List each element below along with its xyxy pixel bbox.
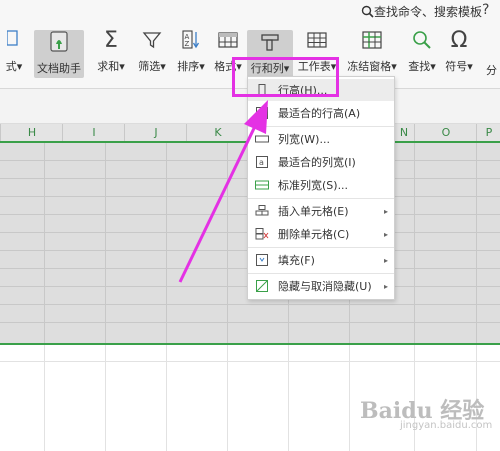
- doc-assistant-icon: [50, 31, 68, 52]
- dropdown-arrow: ▾: [199, 60, 205, 73]
- submenu-arrow: ▸: [383, 206, 388, 216]
- freeze-panes-label: 冻结窗格: [347, 60, 392, 73]
- dropdown-arrow: ▾: [391, 60, 397, 73]
- doc-assistant-button[interactable]: 文档助手: [34, 30, 84, 78]
- search-icon: [361, 5, 374, 18]
- sigma-icon: Σ: [104, 27, 118, 53]
- menu-item-label: 最适合的列宽(I): [278, 156, 356, 169]
- dropdown-arrow: ▾: [16, 60, 23, 73]
- dropdown-arrow: ▾: [467, 60, 473, 73]
- sort-az-icon: AZ: [182, 30, 200, 49]
- command-search-text: 查找命令、搜索模板: [374, 4, 483, 19]
- column-header[interactable]: O: [414, 124, 477, 141]
- menu-item-label: 填充(F): [278, 254, 315, 267]
- cell-style-button[interactable]: 式▾: [0, 28, 28, 78]
- worksheet-icon: [307, 32, 327, 48]
- dropdown-arrow: ▾: [430, 60, 436, 73]
- svg-text:Z: Z: [185, 40, 190, 48]
- more-tools-label[interactable]: 分: [486, 62, 497, 78]
- symbol-button[interactable]: Ω 符号▾: [441, 28, 477, 78]
- annotation-arrow-icon: [178, 100, 268, 283]
- find-label: 查找: [408, 60, 431, 73]
- filter-button[interactable]: 筛选▾: [133, 28, 171, 78]
- sort-button[interactable]: AZ 排序▾: [172, 28, 210, 78]
- command-search[interactable]: 查找命令、搜索模板: [361, 3, 482, 19]
- column-header[interactable]: I: [62, 124, 125, 141]
- submenu-arrow: ▸: [383, 281, 388, 291]
- menu-item-label: 最适合的行高(A): [278, 107, 361, 120]
- doc-assistant-label: 文档助手: [37, 62, 81, 75]
- freeze-panes-button[interactable]: 冻结窗格▾: [345, 28, 399, 78]
- format-table-icon: [218, 32, 238, 48]
- menu-item-label: 标准列宽(S)...: [278, 179, 349, 192]
- dropdown-arrow: ▾: [119, 60, 125, 73]
- filter-label: 筛选: [138, 60, 161, 73]
- menu-item-label: 隐藏与取消隐藏(U): [278, 280, 372, 293]
- cell-style-label: 式: [5, 60, 17, 73]
- symbol-label: 符号: [445, 60, 468, 73]
- help-button[interactable]: ?: [482, 2, 489, 18]
- column-header[interactable]: P: [476, 124, 500, 141]
- magnifier-icon: [413, 31, 431, 49]
- omega-icon: Ω: [450, 27, 468, 53]
- submenu-arrow: ▸: [383, 255, 388, 265]
- column-header[interactable]: H: [0, 124, 63, 141]
- funnel-icon: [142, 32, 162, 49]
- find-button[interactable]: 查找▾: [404, 28, 440, 78]
- sort-label: 排序: [177, 60, 200, 73]
- dropdown-arrow: ▾: [160, 60, 166, 73]
- menu-item-label: 删除单元格(C): [278, 228, 350, 241]
- row-col-icon: [261, 34, 279, 51]
- menu-item-label: 插入单元格(E): [278, 205, 349, 218]
- watermark-url: jingyan.baidu.com: [400, 420, 493, 431]
- sum-label: 求和: [97, 60, 120, 73]
- menu-item-label: 列宽(W)...: [278, 133, 330, 146]
- submenu-arrow: ▸: [383, 229, 388, 239]
- sum-button[interactable]: Σ 求和▾: [92, 28, 130, 78]
- freeze-panes-icon: [362, 31, 382, 49]
